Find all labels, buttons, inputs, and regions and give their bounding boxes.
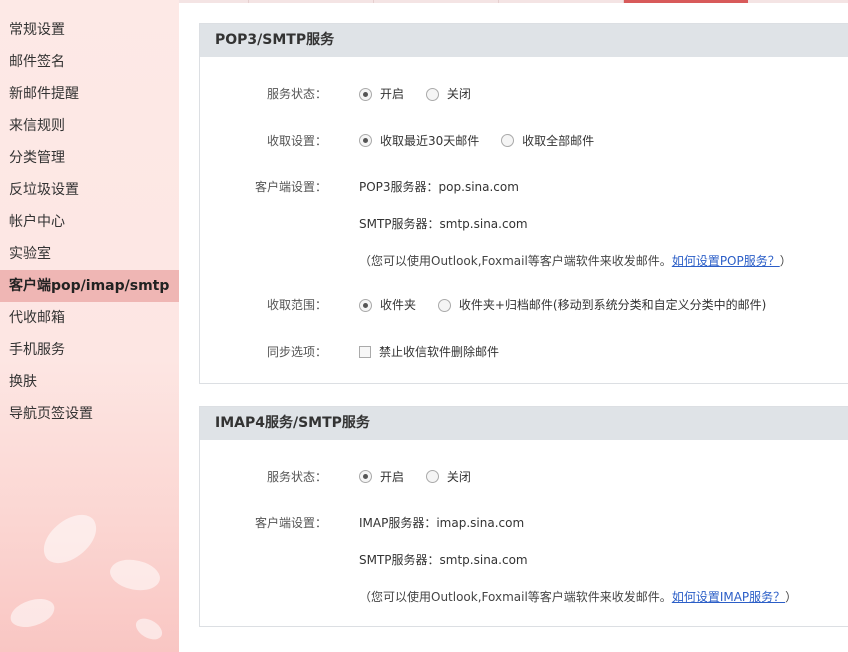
top-tab[interactable] <box>249 0 374 3</box>
radio-unchecked-icon[interactable] <box>437 298 451 312</box>
sidebar-item-account-center[interactable]: 帐户中心 <box>0 206 179 238</box>
how-to-setup-pop-link[interactable]: 如何设置POP服务？ <box>672 254 780 268</box>
sync-no-delete-option[interactable]: 禁止收信软件删除邮件 <box>359 341 499 363</box>
sidebar-item-new-mail-alert[interactable]: 新邮件提醒 <box>0 78 179 110</box>
petal-decoration <box>8 596 57 630</box>
imap-status-on-label: 开启 <box>380 469 405 484</box>
sidebar-menu: 常规设置 邮件签名 新邮件提醒 来信规则 分类管理 反垃圾设置 帐户中心 实验室… <box>0 0 179 430</box>
pop3-status-on-label: 开启 <box>380 87 405 101</box>
sidebar-item-mobile-service[interactable]: 手机服务 <box>0 334 179 366</box>
top-tab[interactable] <box>499 0 624 3</box>
range-inbox-option[interactable]: 收件夹 <box>359 294 416 316</box>
sync-no-delete-label: 禁止收信软件删除邮件 <box>379 344 500 359</box>
top-tab-active[interactable] <box>624 0 748 3</box>
sidebar-item-lab[interactable]: 实验室 <box>0 238 179 270</box>
imap-client-note: （您可以使用Outlook,Foxmail等客户端软件来收发邮件。如何设置IMA… <box>359 586 848 608</box>
pop3-status-row: 服务状态： 开启 关闭 <box>200 83 848 108</box>
pop3-status-off-label: 关闭 <box>446 87 471 101</box>
radio-checked-icon[interactable] <box>359 134 372 147</box>
imap-smtp-panel: IMAP4服务/SMTP服务 服务状态： 开启 关闭 客户端设置： IMAP服务… <box>199 405 848 627</box>
pop3-panel-title: POP3/SMTP服务 <box>200 24 848 57</box>
imap-panel-title: IMAP4服务/SMTP服务 <box>200 406 848 440</box>
sidebar-item-general[interactable]: 常规设置 <box>0 14 179 46</box>
radio-checked-icon[interactable] <box>359 470 372 483</box>
range-inbox-label: 收件夹 <box>380 298 417 312</box>
settings-sidebar: 常规设置 邮件签名 新邮件提醒 来信规则 分类管理 反垃圾设置 帐户中心 实验室… <box>0 0 179 652</box>
pop3-note-text: （您可以使用Outlook,Foxmail等客户端软件来收发邮件。 <box>359 254 672 268</box>
imap-client-row: 客户端设置： IMAP服务器：imap.sina.com SMTP服务器：smt… <box>200 512 848 608</box>
pop3-smtp-panel: POP3/SMTP服务 服务状态： 开启 关闭 收取设置： 收取最近30天邮件 … <box>199 23 848 384</box>
main-content: POP3/SMTP服务 服务状态： 开启 关闭 收取设置： 收取最近30天邮件 … <box>199 23 848 649</box>
imap-smtp-server-text: SMTP服务器：smtp.sina.com <box>359 553 528 567</box>
pop3-receive-label: 收取设置： <box>266 133 327 148</box>
pop3-range-row: 收取范围： 收件夹 收件夹+归档邮件(移动到系统分类和自定义分类中的邮件) <box>200 294 848 319</box>
radio-unchecked-icon[interactable] <box>501 134 515 147</box>
radio-unchecked-icon[interactable] <box>425 470 439 483</box>
pop3-client-note: （您可以使用Outlook,Foxmail等客户端软件来收发邮件。如何设置POP… <box>359 250 848 272</box>
pop3-status-label: 服务状态： <box>266 87 327 101</box>
imap-note-end: ） <box>785 590 798 604</box>
imap-status-off-label: 关闭 <box>446 469 471 484</box>
pop3-status-off-option[interactable]: 关闭 <box>425 83 471 105</box>
receive-all-option[interactable]: 收取全部邮件 <box>501 130 594 152</box>
sidebar-item-anti-spam[interactable]: 反垃圾设置 <box>0 174 179 206</box>
how-to-setup-imap-link[interactable]: 如何设置IMAP服务？ <box>672 590 785 604</box>
petal-decoration <box>132 613 166 645</box>
pop3-range-label: 收取范围： <box>266 298 327 312</box>
pop3-note-end: ） <box>779 254 792 268</box>
range-inbox-archive-label: 收件夹+归档邮件(移动到系统分类和自定义分类中的邮件) <box>458 298 767 312</box>
sidebar-item-skin[interactable]: 换肤 <box>0 366 179 398</box>
pop3-panel-body: 服务状态： 开启 关闭 收取设置： 收取最近30天邮件 收取全部邮件 客户端设置… <box>200 57 848 383</box>
radio-checked-icon[interactable] <box>359 87 372 101</box>
receive-all-label: 收取全部邮件 <box>522 133 595 148</box>
pop3-status-on-option[interactable]: 开启 <box>359 83 404 105</box>
imap-server-text: IMAP服务器：imap.sina.com <box>359 516 525 530</box>
sidebar-item-client-pop-imap-smtp[interactable]: 客户端pop/imap/smtp <box>0 270 179 302</box>
imap-status-label: 服务状态： <box>266 469 327 484</box>
imap-client-label: 客户端设置： <box>254 516 327 530</box>
pop3-sync-label: 同步选项： <box>266 344 327 359</box>
imap-status-row: 服务状态： 开启 关闭 <box>200 466 848 491</box>
petal-decoration <box>34 507 106 571</box>
range-inbox-archive-option[interactable]: 收件夹+归档邮件(移动到系统分类和自定义分类中的邮件) <box>437 294 767 316</box>
sidebar-item-category-manage[interactable]: 分类管理 <box>0 142 179 174</box>
receive-recent-option[interactable]: 收取最近30天邮件 <box>359 130 479 152</box>
pop3-smtp-server-text: SMTP服务器：smtp.sina.com <box>359 217 528 231</box>
imap-panel-body: 服务状态： 开启 关闭 客户端设置： IMAP服务器：imap.sina.com <box>200 440 848 627</box>
imap-status-off-option[interactable]: 关闭 <box>425 466 471 488</box>
pop3-server-text: POP3服务器：pop.sina.com <box>359 180 519 194</box>
imap-status-on-option[interactable]: 开启 <box>359 466 404 488</box>
sidebar-item-fetch-mailbox[interactable]: 代收邮箱 <box>0 302 179 334</box>
radio-checked-icon[interactable] <box>359 298 372 312</box>
sidebar-item-signature[interactable]: 邮件签名 <box>0 46 179 78</box>
imap-note-text: （您可以使用Outlook,Foxmail等客户端软件来收发邮件。 <box>359 590 672 604</box>
sidebar-item-mail-rules[interactable]: 来信规则 <box>0 110 179 142</box>
radio-unchecked-icon[interactable] <box>425 87 439 101</box>
pop3-client-label: 客户端设置： <box>254 180 327 194</box>
sidebar-item-nav-tabs[interactable]: 导航页签设置 <box>0 398 179 430</box>
receive-recent-label: 收取最近30天邮件 <box>380 133 480 148</box>
pop3-receive-row: 收取设置： 收取最近30天邮件 收取全部邮件 <box>200 130 848 155</box>
pop3-client-row: 客户端设置： POP3服务器：pop.sina.com SMTP服务器：smtp… <box>200 176 848 272</box>
pop3-sync-row: 同步选项： 禁止收信软件删除邮件 <box>200 341 848 365</box>
petal-decoration <box>106 552 164 598</box>
checkbox-unchecked-icon[interactable] <box>359 345 371 358</box>
top-tab[interactable] <box>374 0 499 3</box>
